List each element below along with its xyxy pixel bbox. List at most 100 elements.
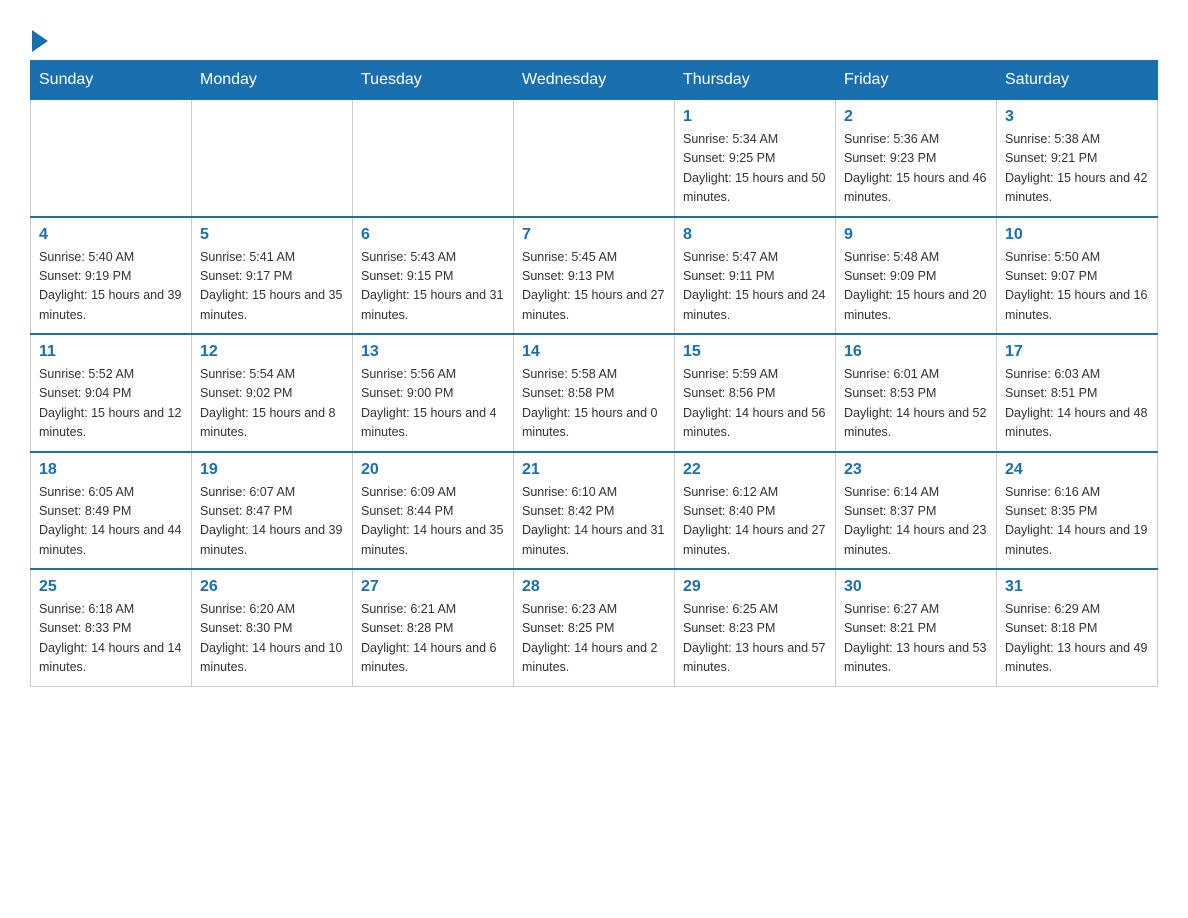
day-number: 16 — [844, 343, 988, 361]
day-info: Sunrise: 6:12 AM Sunset: 8:40 PM Dayligh… — [683, 483, 827, 561]
calendar-cell: 22 Sunrise: 6:12 AM Sunset: 8:40 PM Dayli… — [675, 452, 836, 570]
calendar-header-row: SundayMondayTuesdayWednesdayThursdayFrid… — [31, 61, 1158, 100]
day-info: Sunrise: 6:14 AM Sunset: 8:37 PM Dayligh… — [844, 483, 988, 561]
calendar-cell: 10 Sunrise: 5:50 AM Sunset: 9:07 PM Dayli… — [997, 217, 1158, 335]
calendar-cell: 15 Sunrise: 5:59 AM Sunset: 8:56 PM Dayli… — [675, 334, 836, 452]
day-number: 9 — [844, 226, 988, 244]
day-number: 18 — [39, 461, 183, 479]
day-info: Sunrise: 5:54 AM Sunset: 9:02 PM Dayligh… — [200, 365, 344, 443]
calendar-cell: 4 Sunrise: 5:40 AM Sunset: 9:19 PM Daylig… — [31, 217, 192, 335]
day-number: 7 — [522, 226, 666, 244]
day-number: 19 — [200, 461, 344, 479]
calendar-header-tuesday: Tuesday — [353, 61, 514, 100]
calendar-header-thursday: Thursday — [675, 61, 836, 100]
day-number: 15 — [683, 343, 827, 361]
day-info: Sunrise: 5:52 AM Sunset: 9:04 PM Dayligh… — [39, 365, 183, 443]
calendar-cell: 25 Sunrise: 6:18 AM Sunset: 8:33 PM Dayli… — [31, 569, 192, 686]
day-info: Sunrise: 6:18 AM Sunset: 8:33 PM Dayligh… — [39, 600, 183, 678]
calendar-header-sunday: Sunday — [31, 61, 192, 100]
logo — [30, 30, 48, 50]
calendar-cell: 11 Sunrise: 5:52 AM Sunset: 9:04 PM Dayli… — [31, 334, 192, 452]
day-info: Sunrise: 5:45 AM Sunset: 9:13 PM Dayligh… — [522, 248, 666, 326]
day-info: Sunrise: 6:09 AM Sunset: 8:44 PM Dayligh… — [361, 483, 505, 561]
day-number: 3 — [1005, 108, 1149, 126]
calendar-cell: 29Sunrise: 6:25 AM Sunset: 8:23 PM Dayli… — [675, 569, 836, 686]
calendar-cell: 17Sunrise: 6:03 AM Sunset: 8:51 PM Dayli… — [997, 334, 1158, 452]
day-number: 12 — [200, 343, 344, 361]
day-number: 5 — [200, 226, 344, 244]
calendar-cell: 8 Sunrise: 5:47 AM Sunset: 9:11 PM Daylig… — [675, 217, 836, 335]
day-number: 11 — [39, 343, 183, 361]
day-info: Sunrise: 6:01 AM Sunset: 8:53 PM Dayligh… — [844, 365, 988, 443]
calendar-cell: 20 Sunrise: 6:09 AM Sunset: 8:44 PM Dayli… — [353, 452, 514, 570]
day-info: Sunrise: 6:23 AM Sunset: 8:25 PM Dayligh… — [522, 600, 666, 678]
calendar-week-row: 25 Sunrise: 6:18 AM Sunset: 8:33 PM Dayli… — [31, 569, 1158, 686]
calendar-cell — [514, 100, 675, 217]
calendar-cell: 6Sunrise: 5:43 AM Sunset: 9:15 PM Daylig… — [353, 217, 514, 335]
calendar-cell: 12 Sunrise: 5:54 AM Sunset: 9:02 PM Dayli… — [192, 334, 353, 452]
calendar-cell: 16 Sunrise: 6:01 AM Sunset: 8:53 PM Dayli… — [836, 334, 997, 452]
day-info: Sunrise: 6:16 AM Sunset: 8:35 PM Dayligh… — [1005, 483, 1149, 561]
day-info: Sunrise: 6:05 AM Sunset: 8:49 PM Dayligh… — [39, 483, 183, 561]
day-info: Sunrise: 5:38 AM Sunset: 9:21 PM Dayligh… — [1005, 130, 1149, 208]
calendar-cell: 24 Sunrise: 6:16 AM Sunset: 8:35 PM Dayli… — [997, 452, 1158, 570]
calendar-header-monday: Monday — [192, 61, 353, 100]
calendar-cell: 18 Sunrise: 6:05 AM Sunset: 8:49 PM Dayli… — [31, 452, 192, 570]
day-number: 23 — [844, 461, 988, 479]
day-number: 29 — [683, 578, 827, 596]
day-number: 20 — [361, 461, 505, 479]
calendar-cell: 21 Sunrise: 6:10 AM Sunset: 8:42 PM Dayli… — [514, 452, 675, 570]
day-info: Sunrise: 6:21 AM Sunset: 8:28 PM Dayligh… — [361, 600, 505, 678]
day-info: Sunrise: 5:36 AM Sunset: 9:23 PM Dayligh… — [844, 130, 988, 208]
calendar-cell: 26Sunrise: 6:20 AM Sunset: 8:30 PM Dayli… — [192, 569, 353, 686]
day-number: 6 — [361, 226, 505, 244]
calendar-cell: 28 Sunrise: 6:23 AM Sunset: 8:25 PM Dayli… — [514, 569, 675, 686]
day-info: Sunrise: 5:59 AM Sunset: 8:56 PM Dayligh… — [683, 365, 827, 443]
calendar-cell: 31 Sunrise: 6:29 AM Sunset: 8:18 PM Dayli… — [997, 569, 1158, 686]
calendar-cell: 2 Sunrise: 5:36 AM Sunset: 9:23 PM Daylig… — [836, 100, 997, 217]
day-info: Sunrise: 6:27 AM Sunset: 8:21 PM Dayligh… — [844, 600, 988, 678]
day-info: Sunrise: 6:07 AM Sunset: 8:47 PM Dayligh… — [200, 483, 344, 561]
day-number: 10 — [1005, 226, 1149, 244]
calendar-cell: 23 Sunrise: 6:14 AM Sunset: 8:37 PM Dayli… — [836, 452, 997, 570]
page-header — [30, 20, 1158, 50]
calendar-cell: 14Sunrise: 5:58 AM Sunset: 8:58 PM Dayli… — [514, 334, 675, 452]
day-number: 13 — [361, 343, 505, 361]
day-number: 17 — [1005, 343, 1149, 361]
calendar-cell — [31, 100, 192, 217]
day-info: Sunrise: 6:29 AM Sunset: 8:18 PM Dayligh… — [1005, 600, 1149, 678]
calendar-cell: 13Sunrise: 5:56 AM Sunset: 9:00 PM Dayli… — [353, 334, 514, 452]
day-info: Sunrise: 6:10 AM Sunset: 8:42 PM Dayligh… — [522, 483, 666, 561]
day-info: Sunrise: 5:47 AM Sunset: 9:11 PM Dayligh… — [683, 248, 827, 326]
day-number: 25 — [39, 578, 183, 596]
day-info: Sunrise: 5:50 AM Sunset: 9:07 PM Dayligh… — [1005, 248, 1149, 326]
day-number: 1 — [683, 108, 827, 126]
calendar-cell: 9 Sunrise: 5:48 AM Sunset: 9:09 PM Daylig… — [836, 217, 997, 335]
day-number: 28 — [522, 578, 666, 596]
calendar-header-saturday: Saturday — [997, 61, 1158, 100]
day-info: Sunrise: 6:20 AM Sunset: 8:30 PM Dayligh… — [200, 600, 344, 678]
day-number: 31 — [1005, 578, 1149, 596]
day-number: 24 — [1005, 461, 1149, 479]
calendar-week-row: 1 Sunrise: 5:34 AM Sunset: 9:25 PM Daylig… — [31, 100, 1158, 217]
day-number: 14 — [522, 343, 666, 361]
calendar-week-row: 18 Sunrise: 6:05 AM Sunset: 8:49 PM Dayli… — [31, 452, 1158, 570]
day-info: Sunrise: 5:48 AM Sunset: 9:09 PM Dayligh… — [844, 248, 988, 326]
day-info: Sunrise: 5:41 AM Sunset: 9:17 PM Dayligh… — [200, 248, 344, 326]
calendar-cell: 30Sunrise: 6:27 AM Sunset: 8:21 PM Dayli… — [836, 569, 997, 686]
calendar-cell — [192, 100, 353, 217]
day-number: 4 — [39, 226, 183, 244]
calendar-cell: 7 Sunrise: 5:45 AM Sunset: 9:13 PM Daylig… — [514, 217, 675, 335]
day-number: 22 — [683, 461, 827, 479]
day-number: 2 — [844, 108, 988, 126]
day-info: Sunrise: 5:40 AM Sunset: 9:19 PM Dayligh… — [39, 248, 183, 326]
calendar-week-row: 4 Sunrise: 5:40 AM Sunset: 9:19 PM Daylig… — [31, 217, 1158, 335]
day-number: 27 — [361, 578, 505, 596]
calendar-table: SundayMondayTuesdayWednesdayThursdayFrid… — [30, 60, 1158, 687]
calendar-header-wednesday: Wednesday — [514, 61, 675, 100]
day-number: 8 — [683, 226, 827, 244]
day-number: 21 — [522, 461, 666, 479]
day-info: Sunrise: 5:34 AM Sunset: 9:25 PM Dayligh… — [683, 130, 827, 208]
logo-arrow-icon — [32, 30, 48, 52]
calendar-cell: 1 Sunrise: 5:34 AM Sunset: 9:25 PM Daylig… — [675, 100, 836, 217]
